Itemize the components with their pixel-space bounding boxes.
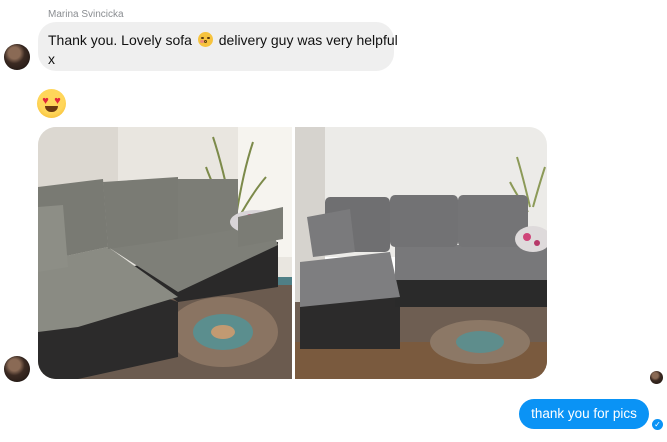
- heart-eyes-emoji-icon[interactable]: ♥ ♥: [37, 89, 66, 118]
- seen-by-avatar: [650, 371, 663, 384]
- read-check-icon: ✓: [652, 419, 663, 430]
- sender-name: Marina Svincicka: [48, 9, 124, 20]
- sender-avatar[interactable]: [4, 44, 30, 70]
- sofa-photo-1[interactable]: [38, 127, 292, 379]
- message-line-2: x: [48, 51, 55, 67]
- message-line-1: Thank you. Lovely sofa delivery guy was …: [48, 31, 398, 50]
- message-text-part-2: delivery guy was very helpful: [218, 32, 398, 48]
- outgoing-message-bubble[interactable]: thank you for pics: [519, 399, 649, 429]
- kissing-blushing-emoji-icon: [197, 32, 213, 47]
- message-text-part-1: Thank you. Lovely sofa: [48, 32, 192, 48]
- sender-avatar[interactable]: [4, 356, 30, 382]
- sofa-photo-2[interactable]: [295, 127, 547, 379]
- incoming-message-bubble[interactable]: Thank you. Lovely sofa delivery guy was …: [38, 22, 398, 71]
